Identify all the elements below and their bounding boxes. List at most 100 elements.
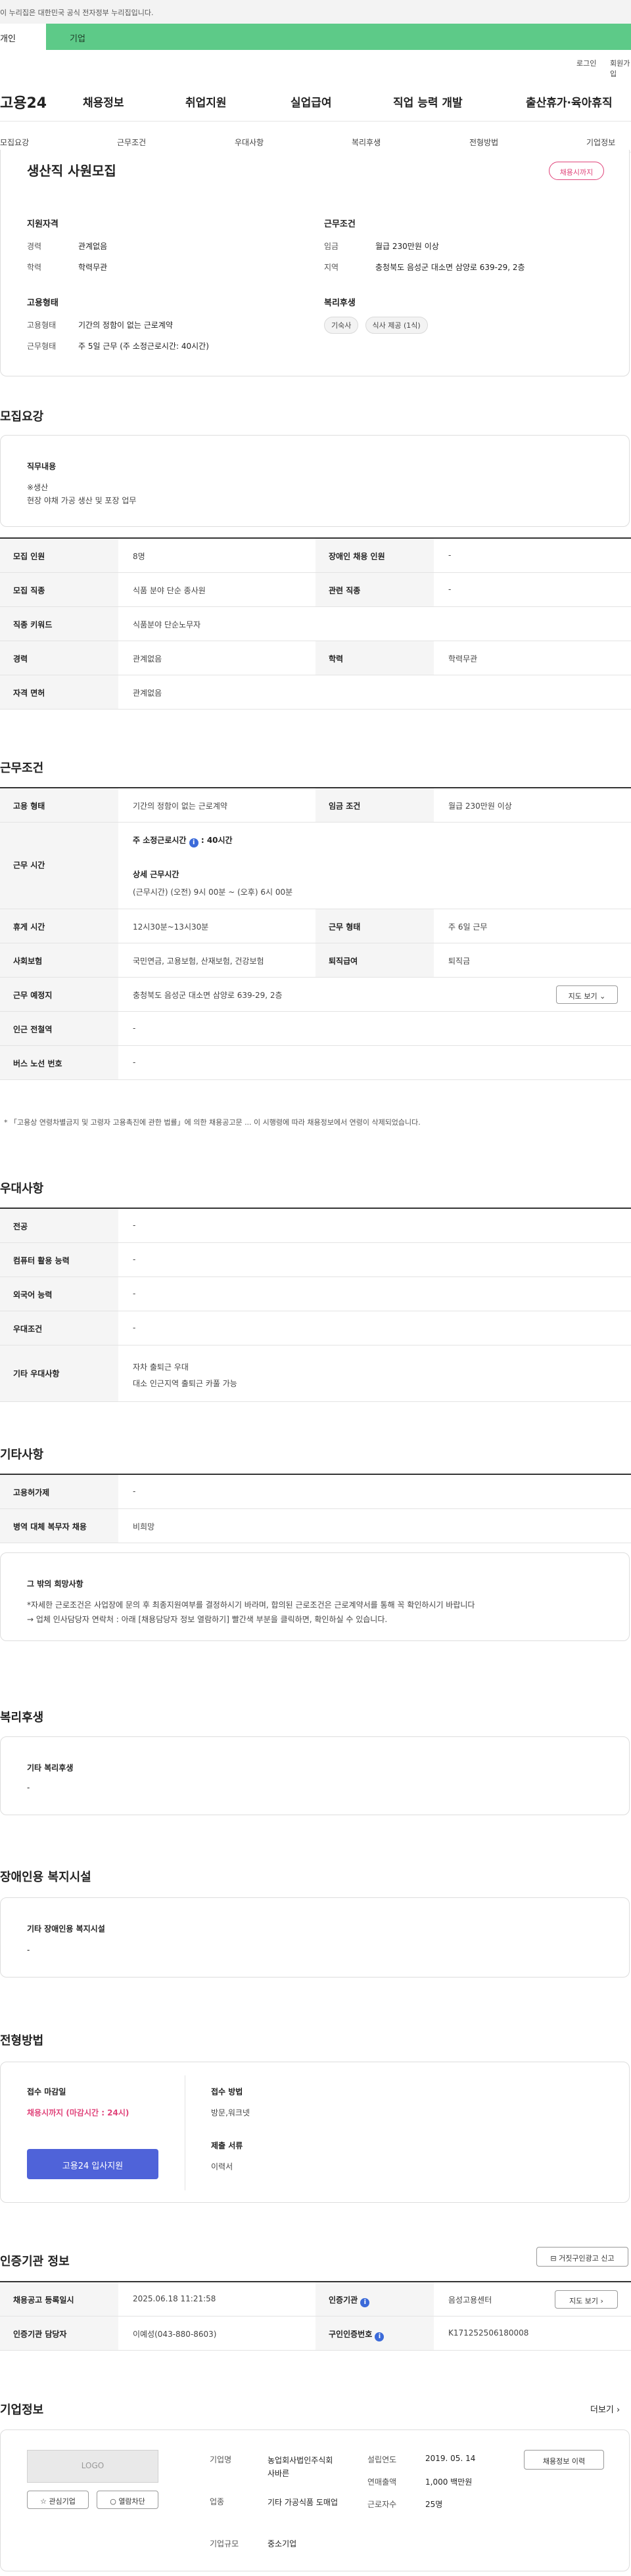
pref-line: 자차 출퇴근 우대 [133,1363,189,1372]
qualify-title: 지원자격 [27,219,58,229]
company-field-value: 중소기업 [268,2539,297,2548]
table-header: 임금 조건 [316,788,434,822]
main-nav: 고용24 채용정보 취업지원 실업급여 직업 능력 개발 출산휴가·육아휴직 [0,82,631,122]
welfare-box: 기타 복리후생 - [0,1736,630,1815]
block-view-button[interactable]: ○ 열람차단 [97,2491,158,2509]
table-header: 고용허가제 [0,1475,118,1508]
tab-company[interactable]: 기업 [46,24,85,50]
company-more-link[interactable]: 더보기 › [590,2403,620,2415]
signup-link[interactable]: 회원가입 [610,58,631,79]
company-field-label: 기업규모 [210,2539,239,2548]
welfare-tags: 기숙사 식사 제공 (1식) [324,317,428,334]
company-section-title: 기업정보 [0,2403,44,2417]
report-button-label: 거짓구인광고 신고 [559,2254,615,2263]
company-field-label: 설립연도 [367,2455,397,2464]
table-cell: - [133,1221,136,1230]
job-duty-line: 현장 야채 가공 생산 및 포장 업무 [27,496,137,505]
etc-section-title: 기타사항 [0,1448,44,1462]
table-header: 경력 [0,641,118,675]
employ-value: 기간의 정함이 없는 근로계약 [78,321,173,330]
info-icon[interactable]: i [375,2332,385,2341]
cert-table: 채용공고 등록일시 2025.06.18 11:21:58 인증기관 i 음성고… [0,2281,631,2351]
disability-box-title: 기타 장애인용 복지시설 [27,1924,105,1933]
qualify-label: 경력 [27,242,42,251]
table-header: 외국어 능력 [0,1277,118,1311]
chevron-down-icon: ⌄ [599,992,606,1001]
hours-detail-label: 상세 근무시간 [133,870,179,879]
job-title: 생산직 사원모집 [27,163,116,179]
qualify-value: 학력무관 [78,263,108,272]
job-history-button[interactable]: 채용정보 이력 [524,2450,604,2470]
welfare-title: 복리후생 [324,298,356,308]
favorite-label: 관심기업 [49,2497,76,2506]
table-row: 직종 키워드 식품분야 단순노무자 [0,607,631,641]
block-label: 열람차단 [118,2497,145,2506]
table-row: 외국어 능력 - [0,1277,631,1311]
info-icon[interactable]: i [189,838,199,847]
qualify-label: 학력 [27,263,42,272]
circle-icon: ○ [110,2497,116,2506]
false-ad-report-button[interactable]: ⊟ 거짓구인광고 신고 [536,2247,628,2267]
table-header: 직종 키워드 [0,607,118,641]
table-header: 컴퓨터 활용 능력 [0,1243,118,1277]
other-wishes-box: 그 밖의 희망사항 *자세한 근로조건은 사업장에 문의 후 최종지원여부를 결… [0,1552,630,1641]
subnav-conditions[interactable]: 근무조건 [117,137,146,148]
table-cell: - [448,585,452,594]
company-field-label: 업종 [210,2497,225,2506]
table-row: 버스 노선 번호 - [0,1046,631,1080]
company-field-value: 25명 [425,2500,443,2509]
table-row: 자격 면허 관계없음 [0,675,631,710]
cert-number-label: 구인인증번호 [329,2330,373,2339]
nav-employment-support[interactable]: 취업지원 [185,93,227,110]
employ-label: 근무형태 [27,342,57,351]
table-cell: 자차 출퇴근 우대 대소 인근지역 출퇴근 카풀 가능 [118,1345,631,1401]
cert-map-button[interactable]: 지도 보기 › [555,2290,618,2309]
map-button-label: 지도 보기 [568,992,597,1001]
nav-unemployment-benefit[interactable]: 실업급여 [291,93,332,110]
table-cell: - [133,1289,136,1298]
table-cell: 관계없음 [133,689,162,698]
chevron-right-icon: › [617,2405,620,2415]
work-label: 지역 [324,263,339,272]
company-field-value: 2019. 05. 14 [425,2454,476,2463]
table-row: 전공 - [0,1209,631,1243]
nav-jobs[interactable]: 채용정보 [83,93,124,110]
company-field-label: 근로자수 [367,2500,397,2509]
favorite-company-button[interactable]: ☆ 관심기업 [27,2491,89,2509]
hours-weekly-label: 주 소정근로시간 [133,836,187,845]
table-header: 모집 직종 [0,573,118,606]
welfare-box-value: - [27,1783,30,1792]
company-field-label: 기업명 [210,2455,232,2464]
subnav-company[interactable]: 기업정보 [586,137,615,148]
preferences-section-title: 우대사항 [0,1182,44,1196]
table-header: 근무 시간 [0,823,118,909]
nav-job-training[interactable]: 직업 능력 개발 [393,93,463,110]
employ-value: 주 5일 근무 (주 소정근로시간: 40시간) [78,342,209,351]
table-header: 기타 우대사항 [0,1345,118,1401]
nav-parental-leave[interactable]: 출산휴가·육아휴직 [526,93,613,110]
tab-personal[interactable]: 개인 [0,24,46,50]
site-logo[interactable]: 고용24 [0,91,47,112]
table-row: 고용허가제 - [0,1475,631,1509]
subnav-selection[interactable]: 전형방법 [469,137,498,148]
table-row: 채용공고 등록일시 2025.06.18 11:21:58 인증기관 i 음성고… [0,2282,631,2316]
job-duty-line: ※생산 [27,483,49,492]
docs-title: 제출 서류 [211,2141,243,2150]
work-value: 충청북도 음성군 대소면 삼양로 639-29, 2층 [375,263,525,272]
subnav-recruit[interactable]: 모집요강 [0,137,29,148]
subnav-preferences[interactable]: 우대사항 [235,137,264,148]
disability-box-value: - [27,1945,30,1955]
table-header: 관련 직종 [316,573,434,606]
table-header: 인증기관 i [316,2282,434,2316]
table-header: 전공 [0,1209,118,1242]
other-wishes-title: 그 밖의 희망사항 [27,1579,83,1589]
apply-button[interactable]: 고용24 입사지원 [27,2149,158,2179]
table-row: 모집 인원 8명 장애인 채용 인원 - [0,539,631,573]
map-button[interactable]: 지도 보기 ⌄ [556,985,618,1004]
work-value: 월급 230만원 이상 [375,242,439,251]
subnav-welfare[interactable]: 복리후생 [352,137,381,148]
info-icon[interactable]: i [360,2298,370,2307]
employ-title: 고용형태 [27,298,58,308]
login-link[interactable]: 로그인 [576,58,596,68]
table-cell: 주 6일 근무 [448,922,488,932]
